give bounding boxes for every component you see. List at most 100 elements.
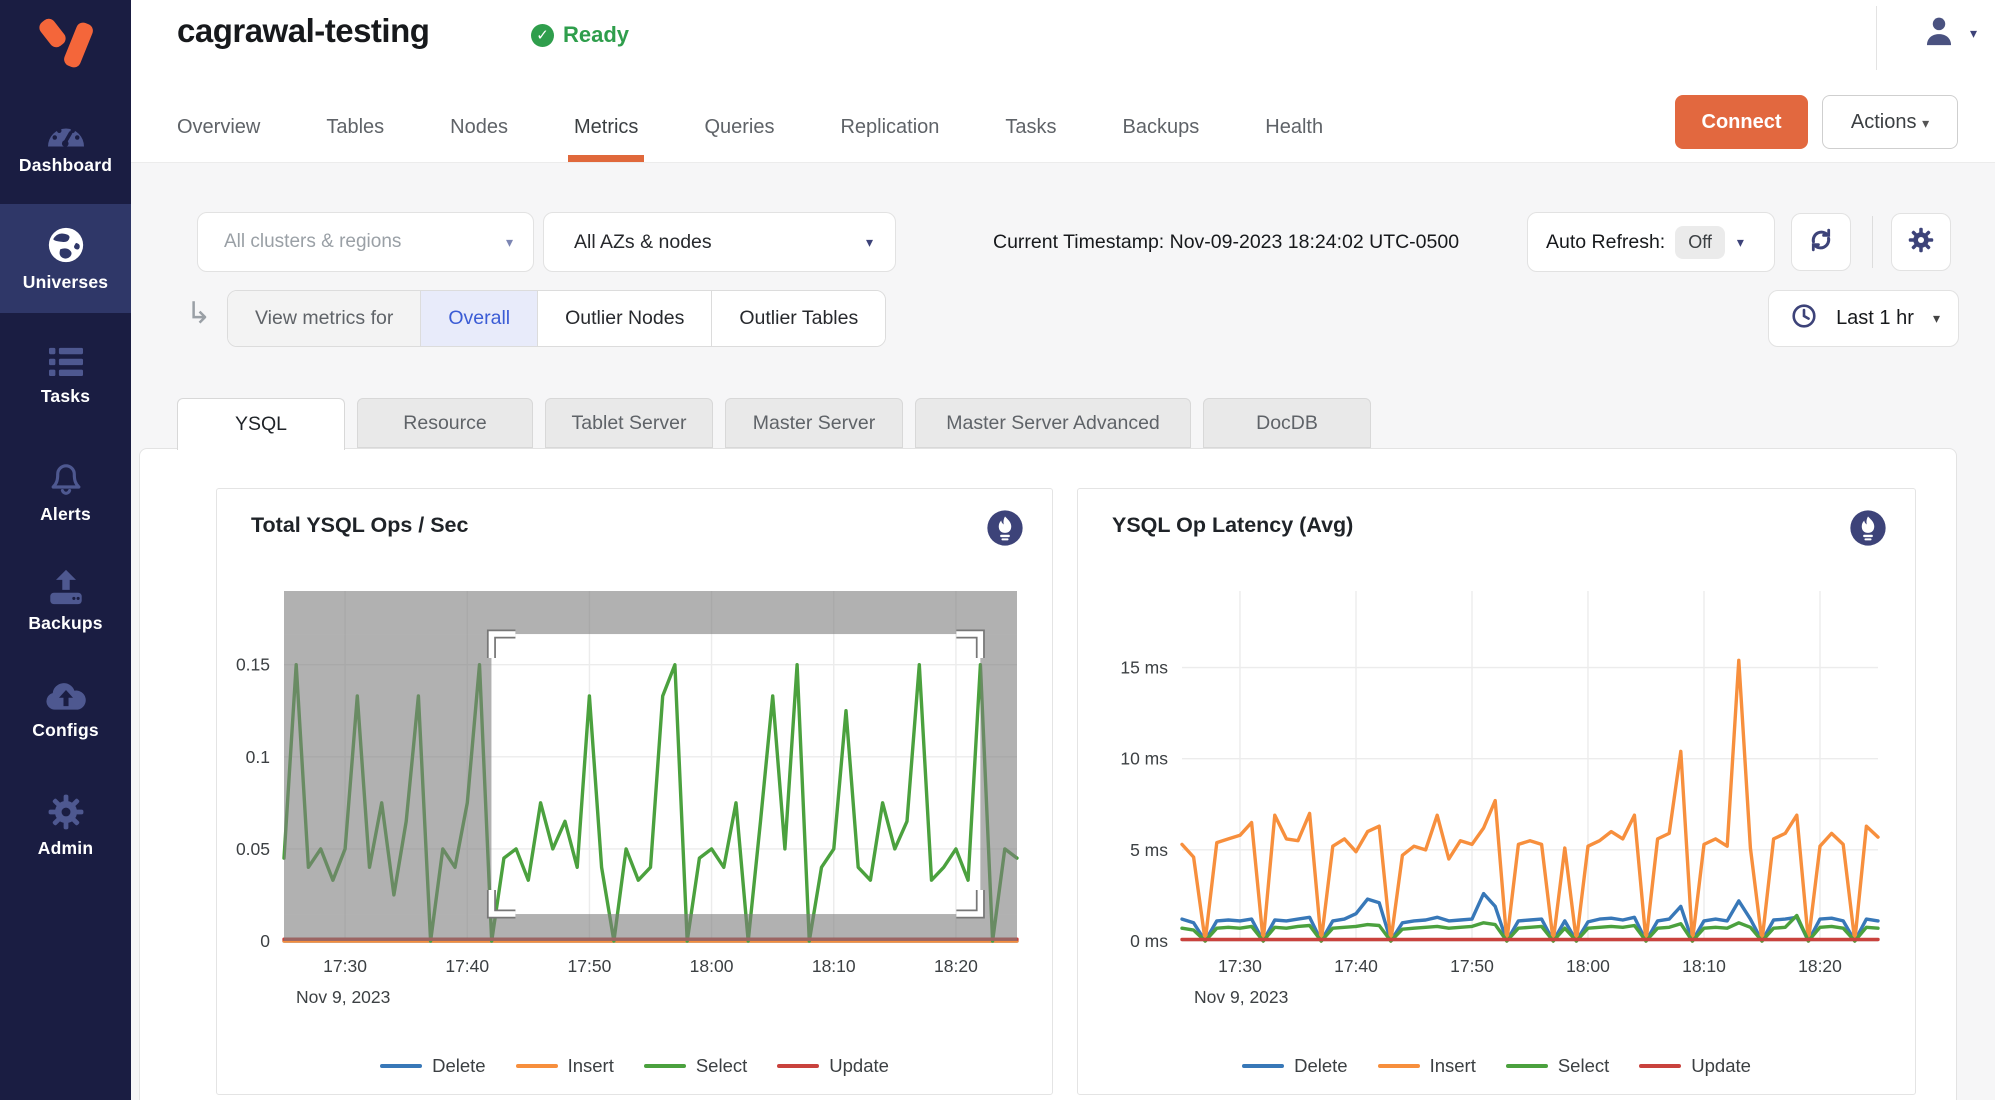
metric-tab-docdb[interactable]: DocDB	[1203, 398, 1371, 448]
sidebar-item-configs[interactable]: Configs	[0, 681, 131, 741]
tab-replication[interactable]: Replication	[840, 92, 939, 162]
legend-item-select[interactable]: Select	[644, 1055, 747, 1077]
svg-text:18:10: 18:10	[812, 956, 856, 976]
svg-text:17:50: 17:50	[1450, 956, 1494, 976]
current-timestamp: Current Timestamp: Nov-09-2023 18:24:02 …	[993, 212, 1459, 272]
metric-tab-resource[interactable]: Resource	[357, 398, 533, 448]
admin-gear-icon	[47, 793, 85, 831]
svg-text:18:20: 18:20	[934, 956, 978, 976]
universe-title: cagrawal-testing	[177, 12, 429, 50]
legend-label: Insert	[568, 1055, 614, 1077]
view-metrics-scope-group: View metrics for OverallOutlier NodesOut…	[227, 290, 886, 347]
sidebar-item-admin[interactable]: Admin	[0, 793, 131, 859]
auto-refresh-control[interactable]: Auto Refresh: Off ▾	[1527, 212, 1775, 272]
time-range-dropdown[interactable]: Last 1 hr ▾	[1768, 290, 1959, 347]
tab-metrics[interactable]: Metrics	[574, 92, 638, 162]
redirect-arrow-icon: ↳	[186, 296, 211, 331]
alerts-bell-icon	[46, 457, 86, 497]
metric-tab-master-server[interactable]: Master Server	[725, 398, 903, 448]
scope-outlier-tables[interactable]: Outlier Tables	[712, 291, 885, 346]
legend-label: Select	[696, 1055, 747, 1077]
status-badge: ✓ Ready	[531, 22, 629, 48]
chevron-down-icon: ▾	[1922, 115, 1929, 131]
clusters-regions-value: All clusters & regions	[224, 231, 506, 253]
sidebar: Dashboard Universes Tasks Alerts Backups…	[0, 0, 131, 1100]
chart-title: YSQL Op Latency (Avg)	[1112, 513, 1353, 538]
svg-text:0.05: 0.05	[236, 839, 270, 859]
actions-button[interactable]: Actions ▾	[1822, 95, 1958, 149]
azs-nodes-dropdown[interactable]: All AZs & nodes ▾	[543, 212, 896, 272]
user-menu[interactable]: ▾	[1922, 14, 1977, 53]
legend-label: Update	[1691, 1055, 1751, 1077]
metrics-settings-button[interactable]	[1891, 213, 1951, 271]
connect-button[interactable]: Connect	[1675, 95, 1808, 149]
legend-label: Delete	[1294, 1055, 1347, 1077]
clusters-regions-dropdown[interactable]: All clusters & regions ▾	[197, 212, 534, 272]
legend-item-select[interactable]: Select	[1506, 1055, 1609, 1077]
sidebar-item-dashboard[interactable]: Dashboard	[0, 118, 131, 176]
legend-swatch	[1242, 1064, 1284, 1068]
yugabyte-anywhere-app: { "app": { "accent_orange": "#e2683f", "…	[0, 0, 1995, 1100]
chevron-down-icon: ▾	[506, 234, 513, 251]
tab-backups[interactable]: Backups	[1123, 92, 1200, 162]
time-range-value: Last 1 hr	[1829, 307, 1921, 330]
scope-outlier-nodes[interactable]: Outlier Nodes	[538, 291, 712, 346]
sidebar-item-backups[interactable]: Backups	[0, 568, 131, 634]
svg-text:17:30: 17:30	[1218, 956, 1262, 976]
svg-text:0.15: 0.15	[236, 655, 270, 675]
chart-card-ysql-op-latency: YSQL Op Latency (Avg) 0 ms5 ms10 ms15 ms…	[1077, 488, 1916, 1095]
legend-swatch	[380, 1064, 422, 1068]
view-metrics-label: View metrics for	[228, 291, 421, 346]
header-divider	[1876, 6, 1877, 70]
azs-nodes-value: All AZs & nodes	[574, 231, 866, 254]
refresh-button[interactable]	[1791, 213, 1851, 271]
sidebar-item-label: Dashboard	[19, 155, 112, 176]
tab-health[interactable]: Health	[1265, 92, 1323, 162]
legend-item-delete[interactable]: Delete	[1242, 1055, 1347, 1077]
scope-overall[interactable]: Overall	[421, 291, 538, 346]
tasks-list-icon	[47, 345, 85, 379]
chart-card-total-ysql-ops: Total YSQL Ops / Sec 00.050.10.1517:3017…	[216, 488, 1053, 1095]
check-circle-icon: ✓	[531, 24, 554, 47]
sidebar-item-universes[interactable]: Universes	[0, 204, 131, 313]
dashboard-gauge-icon	[45, 118, 87, 148]
svg-text:17:30: 17:30	[323, 956, 367, 976]
refresh-icon	[1807, 226, 1835, 259]
chevron-down-icon: ▾	[1933, 310, 1940, 327]
ysql-ops-plot[interactable]: 00.050.10.1517:3017:4017:5018:0018:1018:…	[217, 591, 1054, 1026]
metric-tab-master-server-advanced[interactable]: Master Server Advanced	[915, 398, 1191, 448]
auto-refresh-label: Auto Refresh:	[1546, 231, 1665, 254]
legend-swatch	[1506, 1064, 1548, 1068]
gear-icon	[1907, 226, 1935, 259]
chart-legend: Delete Insert Select Update	[217, 1055, 1052, 1077]
tab-queries[interactable]: Queries	[704, 92, 774, 162]
yugabyte-logo[interactable]	[0, 10, 131, 82]
status-label: Ready	[563, 22, 629, 48]
legend-item-insert[interactable]: Insert	[516, 1055, 614, 1077]
svg-text:0 ms: 0 ms	[1130, 931, 1168, 951]
chart-title: Total YSQL Ops / Sec	[251, 513, 468, 538]
ysql-latency-plot[interactable]: 0 ms5 ms10 ms15 ms17:3017:4017:5018:0018…	[1078, 591, 1917, 1026]
legend-item-update[interactable]: Update	[1639, 1055, 1751, 1077]
sidebar-item-label: Tasks	[41, 386, 90, 407]
chevron-down-icon: ▾	[1737, 234, 1744, 251]
auto-refresh-toggle[interactable]: Off	[1675, 226, 1725, 259]
tab-tasks[interactable]: Tasks	[1005, 92, 1056, 162]
legend-swatch	[1378, 1064, 1420, 1068]
prometheus-icon[interactable]	[986, 509, 1024, 552]
metric-tab-tablet-server[interactable]: Tablet Server	[545, 398, 713, 448]
legend-swatch	[1639, 1064, 1681, 1068]
prometheus-icon[interactable]	[1849, 509, 1887, 552]
tab-nodes[interactable]: Nodes	[450, 92, 508, 162]
tab-tables[interactable]: Tables	[326, 92, 384, 162]
legend-item-insert[interactable]: Insert	[1378, 1055, 1476, 1077]
legend-swatch	[516, 1064, 558, 1068]
svg-text:17:50: 17:50	[568, 956, 612, 976]
sidebar-item-tasks[interactable]: Tasks	[0, 345, 131, 407]
metric-tab-ysql[interactable]: YSQL	[177, 398, 345, 450]
sidebar-item-alerts[interactable]: Alerts	[0, 457, 131, 525]
legend-item-update[interactable]: Update	[777, 1055, 889, 1077]
legend-item-delete[interactable]: Delete	[380, 1055, 485, 1077]
tab-overview[interactable]: Overview	[177, 92, 260, 162]
sidebar-item-label: Universes	[23, 272, 108, 293]
